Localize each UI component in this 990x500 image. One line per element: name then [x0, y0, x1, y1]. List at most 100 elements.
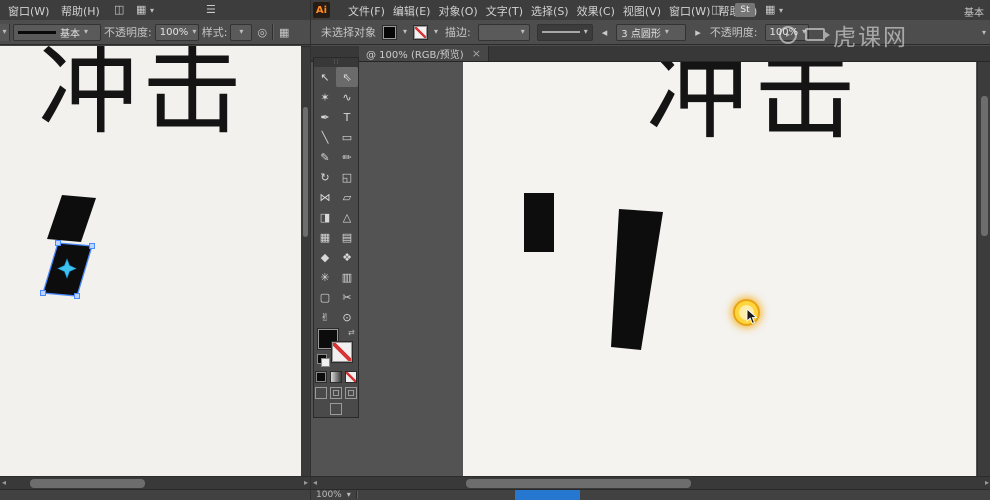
- width-profile-dropdown[interactable]: ▾: [536, 23, 593, 41]
- hand-tool[interactable]: ✌: [314, 307, 336, 327]
- menu-view[interactable]: 视图(V): [619, 0, 665, 20]
- zoom-level[interactable]: 100%: [316, 490, 342, 500]
- next-brush-icon[interactable]: ▸: [693, 26, 703, 39]
- draw-inside-button[interactable]: [345, 387, 357, 399]
- layout-icon[interactable]: ◫: [709, 3, 723, 16]
- symbol-sprayer-tool[interactable]: ✳: [314, 267, 336, 287]
- mesh-tool[interactable]: ▦: [314, 227, 336, 247]
- scroll-left-icon[interactable]: ◂: [2, 478, 6, 487]
- close-icon[interactable]: ×: [472, 47, 481, 60]
- scroll-right-icon[interactable]: ▸: [985, 478, 989, 487]
- menu-window[interactable]: 窗口(W): [665, 0, 714, 20]
- scrollbar-thumb[interactable]: [30, 479, 145, 488]
- panel-drag-handle[interactable]: ∷: [314, 58, 358, 67]
- right-control-bar: 未选择对象 ▾ ▾ 描边: ▾ ▾ ◂ 3 点圆形 ▾ ▸ 不透明度: 100%…: [311, 20, 990, 45]
- slice-tool[interactable]: ✂: [336, 287, 358, 307]
- arrange-documents-icon[interactable]: ▦: [134, 3, 148, 16]
- perspective-grid-tool[interactable]: △: [336, 207, 358, 227]
- style-dropdown[interactable]: ▾: [230, 23, 253, 41]
- st-badge[interactable]: St: [735, 3, 755, 17]
- fill-color-swatch[interactable]: [383, 25, 396, 39]
- comma-shape[interactable]: [611, 209, 663, 350]
- lasso-tool[interactable]: ∿: [336, 87, 358, 107]
- free-transform-tool[interactable]: ▱: [336, 187, 358, 207]
- opacity-dropdown[interactable]: 100% ▾: [154, 23, 199, 41]
- paintbrush-tool[interactable]: ✎: [314, 147, 336, 167]
- pen-tool[interactable]: ✒: [314, 107, 336, 127]
- artboard[interactable]: 冲击: [463, 62, 976, 476]
- scrollbar-thumb[interactable]: [303, 107, 308, 237]
- control-bar-menu-icon[interactable]: ▾: [982, 29, 986, 37]
- arrange-documents-icon[interactable]: ▦: [763, 3, 777, 16]
- left-horizontal-scrollbar[interactable]: ◂ ▸: [0, 476, 310, 490]
- scrollbar-thumb[interactable]: [466, 479, 691, 488]
- right-artwork-shapes: [524, 193, 663, 350]
- zoom-tool[interactable]: ⊙: [336, 307, 358, 327]
- parallelogram-shape[interactable]: [47, 195, 96, 242]
- shape-builder-tool[interactable]: ◨: [314, 207, 336, 227]
- menu-type[interactable]: 文字(T): [482, 0, 527, 20]
- stroke-color-swatch[interactable]: [414, 25, 428, 39]
- menu-list-icon[interactable]: ☰: [204, 3, 218, 16]
- artboard-tool[interactable]: ▢: [314, 287, 336, 307]
- gradient-tool[interactable]: ▤: [336, 227, 358, 247]
- tools-panel: ∷ ↖ ⇖ ✶ ∿ ✒ T ╲ ▭ ✎ ✏ ↻ ◱ ⋈ ▱ ◨ △ ▦ ▤ ◆: [313, 57, 359, 418]
- left-status-bar: [0, 489, 310, 500]
- edge-dropdown[interactable]: ▾: [0, 23, 10, 41]
- menu-help[interactable]: 帮助(H): [57, 0, 104, 22]
- recolor-artwork-icon[interactable]: ◎: [255, 26, 269, 39]
- draw-normal-button[interactable]: [315, 387, 327, 399]
- workspace-switcher[interactable]: 基本: [964, 4, 990, 19]
- menu-effect[interactable]: 效果(C): [573, 0, 619, 20]
- document-tab[interactable]: @ 100% (RGB/预览) ×: [359, 46, 489, 61]
- color-button[interactable]: [315, 371, 327, 383]
- gradient-button[interactable]: [330, 371, 342, 383]
- brush-definition-dropdown[interactable]: 3 点圆形 ▾: [616, 23, 687, 41]
- menu-file[interactable]: 文件(F): [344, 0, 389, 20]
- width-tool[interactable]: ⋈: [314, 187, 336, 207]
- scroll-left-icon[interactable]: ◂: [313, 478, 317, 487]
- selection-tool[interactable]: ↖: [314, 67, 336, 87]
- chevron-down-icon: ▾: [583, 27, 588, 36]
- default-fill-stroke-icon[interactable]: [317, 354, 330, 367]
- chevron-down-icon: ▾: [802, 27, 807, 36]
- menu-object[interactable]: 对象(O): [434, 0, 481, 20]
- eyedropper-tool[interactable]: ◆: [314, 247, 336, 267]
- scroll-right-icon[interactable]: ▸: [304, 478, 308, 487]
- line-segment-tool[interactable]: ╲: [314, 127, 336, 147]
- column-graph-tool[interactable]: ▥: [336, 267, 358, 287]
- opacity-dropdown[interactable]: 100% ▾: [764, 23, 809, 41]
- rectangle-tool[interactable]: ▭: [336, 127, 358, 147]
- left-illustrator-window: 窗口(W) 帮助(H) ◫ ▦ ▾ ☰ ▾ 基本 ▾ 不透明度: 100% ▾ …: [0, 0, 310, 500]
- stroke-swatch[interactable]: [332, 342, 352, 362]
- draw-behind-button[interactable]: [330, 387, 342, 399]
- previous-brush-icon[interactable]: ◂: [600, 26, 610, 39]
- right-horizontal-scrollbar[interactable]: ◂ ▸: [311, 476, 990, 490]
- scale-tool[interactable]: ◱: [336, 167, 358, 187]
- direct-selection-tool[interactable]: ⇖: [336, 67, 358, 87]
- magic-wand-tool[interactable]: ✶: [314, 87, 336, 107]
- menu-edit[interactable]: 编辑(E): [389, 0, 435, 20]
- menu-window[interactable]: 窗口(W): [4, 0, 53, 22]
- taskbar-item[interactable]: [515, 490, 580, 500]
- layout-icon[interactable]: ◫: [112, 3, 126, 16]
- brush-definition-dropdown[interactable]: 基本 ▾: [13, 23, 101, 41]
- left-canvas[interactable]: 冲击: [0, 46, 301, 476]
- menu-select[interactable]: 选择(S): [527, 0, 573, 20]
- blend-tool[interactable]: ❖: [336, 247, 358, 267]
- left-artwork-shapes: [40, 195, 96, 299]
- left-vertical-scrollbar[interactable]: [301, 46, 310, 477]
- pencil-tool[interactable]: ✏: [336, 147, 358, 167]
- screen-mode-button[interactable]: [330, 403, 342, 415]
- type-tool[interactable]: T: [336, 107, 358, 127]
- rectangle-shape[interactable]: [524, 193, 554, 252]
- swap-fill-stroke-icon[interactable]: ⇄: [348, 328, 355, 337]
- right-vertical-scrollbar[interactable]: [977, 62, 990, 476]
- stroke-weight-dropdown[interactable]: ▾: [477, 23, 530, 41]
- rotate-tool[interactable]: ↻: [314, 167, 336, 187]
- align-panel-icon[interactable]: ▦: [277, 26, 291, 39]
- toolbar-tools: ↖ ⇖ ✶ ∿ ✒ T ╲ ▭ ✎ ✏ ↻ ◱ ⋈ ▱ ◨ △ ▦ ▤ ◆ ❖: [314, 67, 358, 327]
- scrollbar-thumb[interactable]: [981, 96, 988, 236]
- none-button[interactable]: [345, 371, 357, 383]
- right-illustrator-window: Ai 文件(F) 编辑(E) 对象(O) 文字(T) 选择(S) 效果(C) 视…: [310, 0, 990, 500]
